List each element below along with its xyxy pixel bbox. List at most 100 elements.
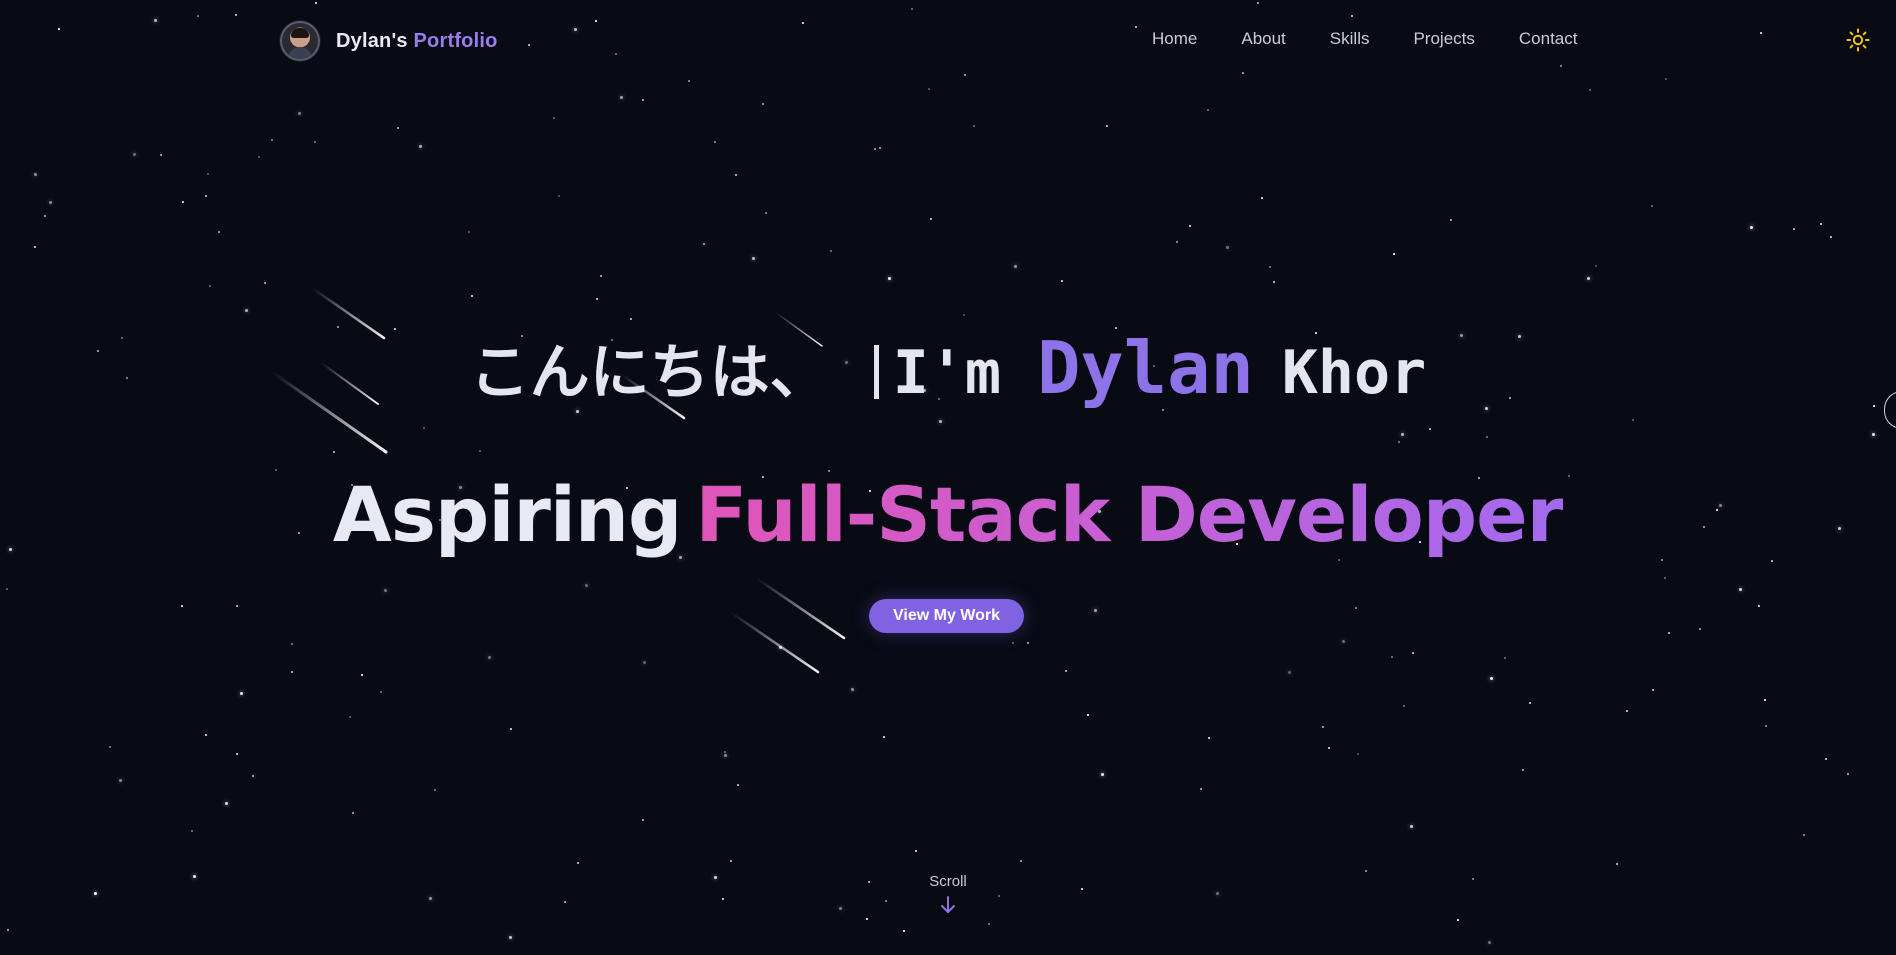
star: [7, 929, 9, 931]
star: [577, 862, 579, 864]
star: [34, 173, 37, 176]
star: [225, 802, 228, 805]
star: [1825, 758, 1827, 760]
star: [553, 117, 555, 119]
scroll-indicator[interactable]: Scroll: [0, 873, 1896, 914]
star: [1012, 642, 1014, 644]
star: [1087, 714, 1089, 716]
star: [1094, 609, 1097, 612]
sun-icon: [1846, 28, 1870, 52]
star: [1208, 737, 1210, 739]
avatar: [280, 21, 320, 61]
star: [1429, 428, 1431, 430]
star: [1651, 205, 1653, 207]
star: [600, 275, 602, 277]
theme-toggle-button[interactable]: [1846, 28, 1870, 52]
nav-link-home[interactable]: Home: [1152, 29, 1197, 49]
star: [642, 819, 644, 821]
star: [236, 605, 238, 607]
star: [765, 212, 767, 214]
star: [883, 736, 885, 738]
headline-role: Full-Stack Developer: [695, 470, 1564, 559]
star: [49, 201, 52, 204]
star: [1750, 226, 1753, 229]
typing-cursor: [873, 345, 879, 399]
star: [119, 779, 122, 782]
star: [928, 88, 930, 90]
star: [209, 285, 211, 287]
star: [724, 754, 727, 757]
nav-link-projects[interactable]: Projects: [1413, 29, 1474, 49]
star: [874, 148, 876, 150]
nav-menu: Home About Skills Projects Contact: [1152, 29, 1577, 49]
star: [510, 728, 512, 730]
star: [252, 775, 254, 777]
star: [1412, 652, 1414, 654]
arrow-down-icon: [941, 896, 955, 913]
star: [1486, 436, 1488, 438]
star: [471, 295, 473, 297]
star: [939, 420, 942, 423]
star: [1288, 671, 1291, 674]
star: [1758, 605, 1760, 607]
star: [963, 314, 965, 316]
nav-link-contact[interactable]: Contact: [1519, 29, 1578, 49]
star: [258, 156, 260, 158]
view-my-work-button[interactable]: View My Work: [869, 599, 1024, 633]
star: [291, 671, 293, 673]
star: [1226, 246, 1229, 249]
star: [181, 605, 183, 607]
star: [264, 282, 266, 284]
star: [1765, 725, 1767, 727]
star: [1328, 747, 1330, 749]
star: [1391, 656, 1393, 658]
shooting-star: [728, 610, 820, 674]
star: [620, 96, 623, 99]
star: [1632, 419, 1634, 421]
star: [1820, 223, 1822, 225]
star: [109, 746, 111, 748]
star: [830, 250, 832, 252]
star: [1830, 236, 1832, 238]
star: [1355, 607, 1357, 609]
star: [1739, 588, 1742, 591]
star: [735, 174, 737, 176]
brand-logo-link[interactable]: Dylan's Portfolio: [280, 21, 498, 61]
headline-prefix: Aspiring: [332, 470, 683, 559]
star: [737, 784, 739, 786]
star: [1014, 265, 1017, 268]
star: [1587, 277, 1590, 280]
nav-link-skills[interactable]: Skills: [1330, 29, 1370, 49]
star: [730, 860, 732, 862]
star: [380, 691, 382, 693]
star: [1793, 228, 1795, 230]
star: [271, 139, 273, 141]
star: [643, 661, 646, 664]
star: [630, 318, 632, 320]
star: [333, 451, 335, 453]
star: [752, 257, 755, 260]
star: [1595, 265, 1597, 267]
star: [236, 753, 238, 755]
star: [352, 812, 354, 814]
star: [1450, 219, 1452, 221]
star: [915, 850, 917, 852]
star: [585, 584, 588, 587]
star: [1664, 577, 1666, 579]
star: [1626, 710, 1628, 712]
star: [1176, 241, 1178, 243]
star: [488, 656, 491, 659]
star: [903, 930, 905, 932]
star: [1401, 433, 1404, 436]
star: [479, 450, 481, 452]
star: [1668, 632, 1670, 634]
star: [1522, 769, 1524, 771]
star: [1365, 870, 1367, 872]
star: [1872, 433, 1875, 436]
star: [384, 589, 387, 592]
nav-link-about[interactable]: About: [1241, 29, 1285, 49]
star: [688, 80, 690, 82]
navbar: Dylan's Portfolio Home About Skills Proj…: [0, 0, 1896, 80]
star: [1764, 699, 1766, 701]
star: [724, 751, 726, 753]
